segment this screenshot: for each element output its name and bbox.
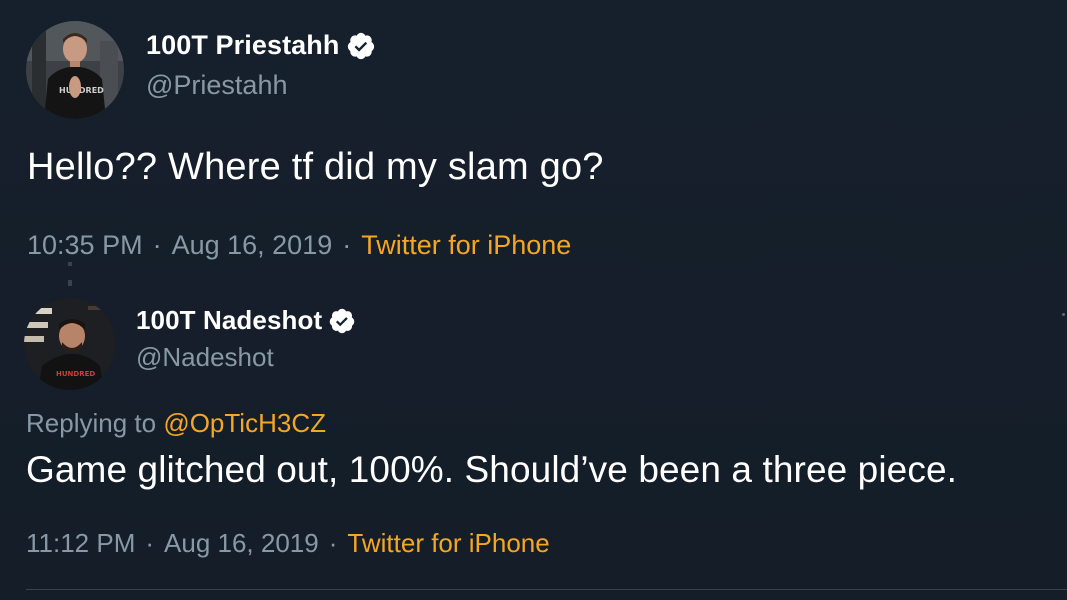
tweet-date[interactable]: Aug 16, 2019 [164,528,319,559]
svg-text:HUNDRED: HUNDRED [59,86,104,95]
tweet-time[interactable]: 10:35 PM [27,230,143,261]
avatar[interactable]: HUNDRED [24,298,116,390]
avatar[interactable]: HUNDRED [26,21,124,119]
handle[interactable]: @Priestahh [146,70,287,101]
verified-badge-icon [329,308,355,333]
display-name[interactable]: 100T Priestahh [146,30,340,61]
tweet-time[interactable]: 11:12 PM [26,528,135,559]
author-row[interactable]: 100T Nadeshot [136,305,356,336]
svg-text:HUNDRED: HUNDRED [56,370,95,378]
meta-separator: · [342,230,352,260]
tweet-priestahh[interactable]: HUNDRED 100T Priestahh @Priestahh Hello?… [0,0,1067,270]
author-row[interactable]: 100T Priestahh [146,30,376,61]
mention-link[interactable]: @OpTicH3CZ [163,408,326,438]
tweet-text: Hello?? Where tf did my slam go? [27,146,604,188]
meta-separator: · [328,528,338,558]
handle[interactable]: @Nadeshot [136,342,274,373]
tweet-meta: 11:12 PM · Aug 16, 2019 · Twitter for iP… [26,528,550,559]
meta-separator: · [145,528,155,558]
divider [26,589,1067,590]
thread-connector [68,280,72,286]
tweet-text: Game glitched out, 100%. Should’ve been … [26,449,958,490]
thread-connector [68,262,72,266]
replying-to: Replying to @OpTicH3CZ [26,408,326,439]
tweet-meta: 10:35 PM · Aug 16, 2019 · Twitter for iP… [27,230,571,261]
tweet-source[interactable]: Twitter for iPhone [361,230,571,261]
decorative-dot [1062,313,1065,316]
display-name[interactable]: 100T Nadeshot [136,305,322,336]
verified-badge-icon [347,32,374,59]
tweet-thread: HUNDRED 100T Priestahh @Priestahh Hello?… [0,0,1067,600]
meta-separator: · [152,230,162,260]
tweet-source[interactable]: Twitter for iPhone [347,528,549,559]
replying-prefix: Replying to [26,408,157,438]
tweet-date[interactable]: Aug 16, 2019 [172,230,333,261]
